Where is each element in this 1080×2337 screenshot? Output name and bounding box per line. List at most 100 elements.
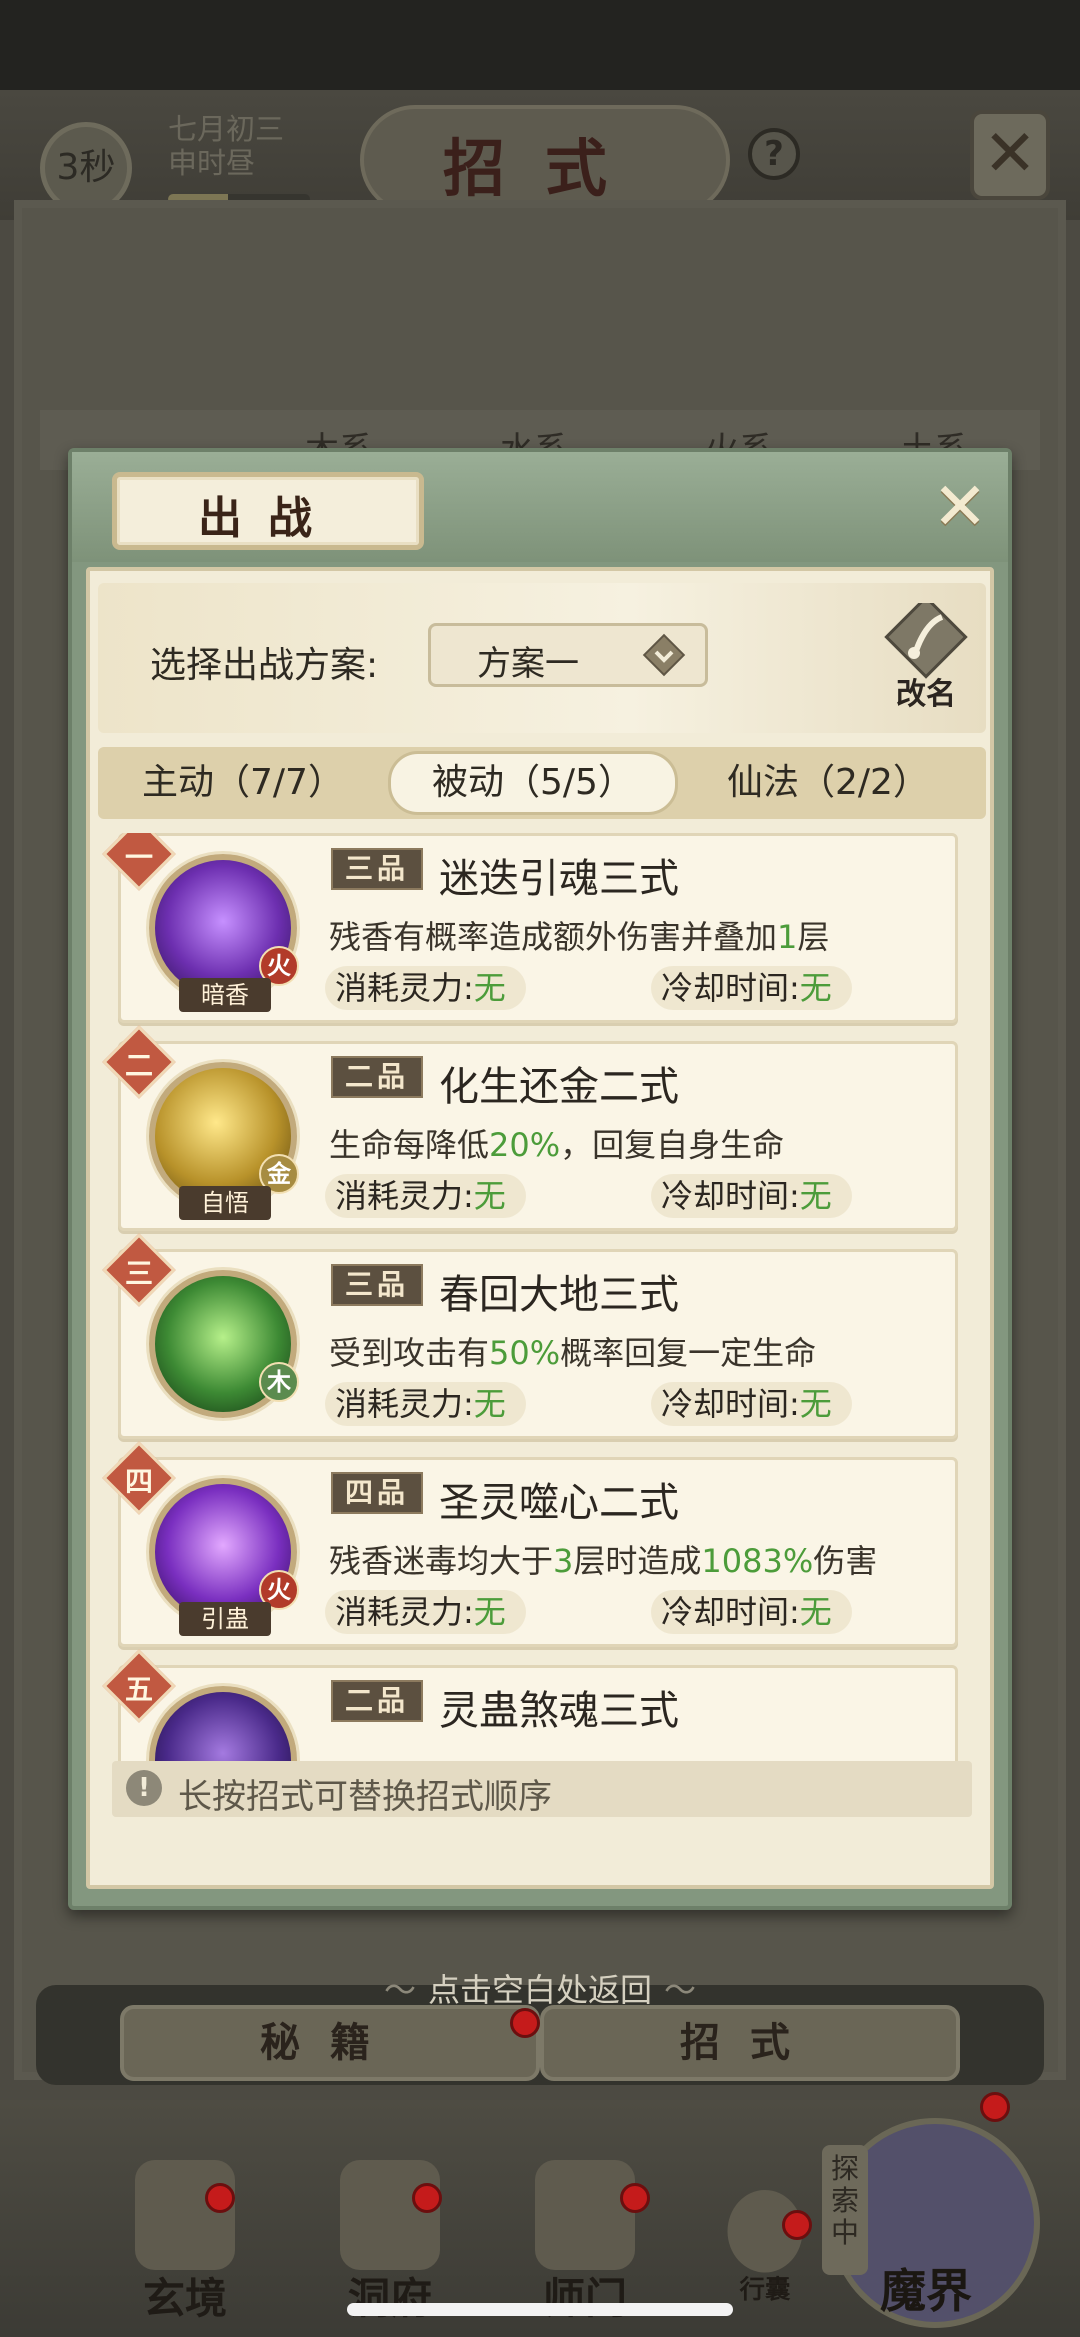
nav-xingnang[interactable]: 行囊	[709, 2190, 822, 2305]
page-close-button[interactable]: ✕	[970, 110, 1050, 200]
dialog-body: 选择出战方案: 方案一 改名 主动（7/7） 被动（5/5） 仙法（2/2） 一…	[86, 567, 994, 1889]
nav-label: 师门	[542, 2274, 627, 2323]
cost-label: 消耗灵力:	[335, 1593, 474, 1631]
element-badge: 木	[259, 1362, 299, 1402]
source-tag: 自悟	[179, 1186, 271, 1220]
skill-name: 灵蛊煞魂三式	[439, 1688, 679, 1734]
cost-value: 无	[473, 1593, 506, 1631]
nav-dongfu[interactable]: 洞府	[315, 2160, 465, 2323]
pavilion-icon	[340, 2160, 440, 2270]
cooldown-stat: 冷却时间:无	[651, 966, 852, 1010]
plan-value: 方案一	[477, 644, 579, 684]
cooldown-label: 冷却时间:	[661, 969, 800, 1007]
nav-xuanjing[interactable]: 玄境	[110, 2160, 260, 2323]
home-indicator[interactable]	[347, 2303, 733, 2316]
cooldown-value: 无	[799, 969, 832, 1007]
source-tag: 引蛊	[179, 1602, 271, 1636]
notification-dot	[510, 2008, 540, 2038]
skill-description: 受到攻击有50%概率回复一定生命	[329, 1328, 816, 1374]
info-icon: !	[126, 1770, 162, 1806]
exploring-tag: 探索中	[822, 2145, 868, 2275]
skill-card[interactable]: 二 金 自悟 二品 化生还金二式 生命每降低20%，回复自身生命 消耗灵力:无 …	[102, 1025, 958, 1231]
dropdown-arrow-icon	[642, 633, 686, 677]
grade-badge: 二品	[331, 1056, 423, 1098]
rename-label: 改名	[896, 677, 956, 712]
notification-dot	[782, 2210, 812, 2240]
nav-label: 玄境	[142, 2274, 227, 2323]
close-icon[interactable]: ✕	[924, 472, 996, 544]
return-hint-text: 点击空白处返回	[427, 1971, 652, 2009]
desc-highlight: 20%	[489, 1126, 561, 1164]
dialog-title: 出战	[198, 493, 338, 544]
cost-stat: 消耗灵力:无	[325, 966, 526, 1010]
date-day: 七月初三	[168, 112, 285, 146]
skill-avatar	[149, 1686, 297, 1763]
notification-dot	[205, 2183, 235, 2213]
cost-label: 消耗灵力:	[335, 1177, 474, 1215]
skill-list[interactable]: 一 火 暗香 三品 迷迭引魂三式 残香有概率造成额外伤害并叠加1层 消耗灵力:无…	[98, 833, 986, 1763]
battle-setup-dialog: 出战 ✕ 选择出战方案: 方案一 改名 主动（7/7） 被动（5/5） 仙法（2…	[68, 448, 1012, 1910]
desc-text: 残香有概率造成额外伤害并叠加	[329, 918, 778, 956]
skill-name: 化生还金二式	[439, 1064, 679, 1110]
skill-name: 春回大地三式	[439, 1272, 679, 1318]
desc-text: 概率回复一定生命	[560, 1334, 817, 1372]
cooldown-value: 无	[799, 1385, 832, 1423]
cost-stat: 消耗灵力:无	[325, 1382, 526, 1426]
tab-immortal-arts[interactable]: 仙法（2/2）	[678, 747, 978, 819]
desc-text: 层	[797, 918, 830, 956]
skill-description: 残香有概率造成额外伤害并叠加1层	[329, 912, 829, 958]
cooldown-label: 冷却时间:	[661, 1385, 800, 1423]
desc-text: 受到攻击有	[329, 1334, 490, 1372]
rank-number: 二	[124, 1049, 153, 1082]
desc-highlight: 1083%	[701, 1542, 814, 1580]
desc-text: 伤害	[813, 1542, 878, 1580]
skill-description: 生命每降低20%，回复自身生命	[329, 1120, 784, 1166]
notification-dot	[412, 2183, 442, 2213]
status-bar-area	[0, 0, 1080, 90]
cooldown-value: 无	[799, 1593, 832, 1631]
cost-stat: 消耗灵力:无	[325, 1174, 526, 1218]
notification-dot	[980, 2092, 1010, 2122]
date-time: 申时昼	[168, 146, 256, 180]
help-button[interactable]: ?	[748, 128, 800, 180]
banner-icon	[535, 2160, 635, 2270]
nav-demon-realm-label: 魔界	[880, 2264, 972, 2318]
plan-selector-row: 选择出战方案: 方案一 改名	[98, 583, 986, 733]
cost-value: 无	[473, 1385, 506, 1423]
source-tag: 暗香	[179, 978, 271, 1012]
cost-stat: 消耗灵力:无	[325, 1590, 526, 1634]
desc-highlight: 1	[777, 918, 798, 956]
grade-badge: 三品	[331, 1264, 423, 1306]
plan-label: 选择出战方案:	[150, 645, 379, 686]
skill-card[interactable]: 五 二品 灵蛊煞魂三式	[102, 1649, 958, 1763]
desc-highlight: 3	[553, 1542, 574, 1580]
cooldown-stat: 冷却时间:无	[651, 1382, 852, 1426]
desc-text: 残香迷毒均大于	[329, 1542, 554, 1580]
cost-label: 消耗灵力:	[335, 1385, 474, 1423]
cooldown-label: 冷却时间:	[661, 1593, 800, 1631]
tab-passive-skills[interactable]: 被动（5/5）	[388, 751, 678, 815]
cooldown-label: 冷却时间:	[661, 1177, 800, 1215]
cooldown-value: 无	[799, 1177, 832, 1215]
game-date: 七月初三 申时昼	[168, 112, 284, 180]
tab-active-skills[interactable]: 主动（7/7）	[98, 747, 388, 819]
skill-description: 残香迷毒均大于3层时造成1083%伤害	[329, 1536, 877, 1582]
rank-number: 一	[124, 841, 153, 874]
cooldown-stat: 冷却时间:无	[651, 1174, 852, 1218]
skill-card[interactable]: 三 木 三品 春回大地三式 受到攻击有50%概率回复一定生命 消耗灵力:无 冷却…	[102, 1233, 958, 1439]
rank-number: 五	[124, 1673, 153, 1706]
plan-dropdown[interactable]: 方案一	[428, 623, 708, 687]
tip-text: 长按招式可替换招式顺序	[178, 1777, 552, 1817]
notification-dot	[620, 2183, 650, 2213]
rename-button[interactable]: 改名	[876, 595, 976, 713]
skill-card[interactable]: 四 火 引蛊 四品 圣灵噬心二式 残香迷毒均大于3层时造成1083%伤害 消耗灵…	[102, 1441, 958, 1647]
rank-number: 四	[124, 1465, 153, 1498]
grade-badge: 二品	[331, 1680, 423, 1722]
nav-label: 洞府	[347, 2274, 432, 2323]
skill-name: 迷迭引魂三式	[439, 856, 679, 902]
skill-card[interactable]: 一 火 暗香 三品 迷迭引魂三式 残香有概率造成额外伤害并叠加1层 消耗灵力:无…	[102, 833, 958, 1023]
reorder-tip: ! 长按招式可替换招式顺序	[112, 1761, 972, 1817]
cost-value: 无	[473, 1177, 506, 1215]
secret-books-button[interactable]: 秘籍	[120, 2005, 540, 2081]
moves-button[interactable]: 招式	[540, 2005, 960, 2081]
